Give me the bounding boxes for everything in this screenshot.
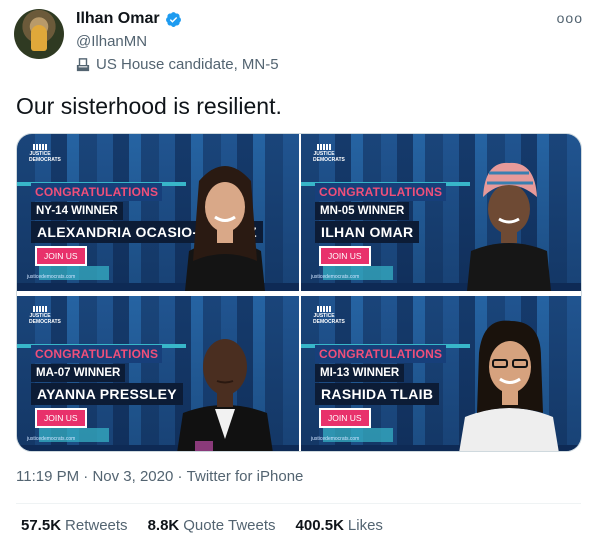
more-options-icon[interactable]: ooo	[557, 10, 583, 26]
site-url: justicedemocrats.com	[27, 436, 76, 442]
meta-separator: ·	[177, 468, 183, 485]
author-name[interactable]: Ilhan Omar	[76, 10, 160, 28]
congrats-text: CONGRATULATIONS	[315, 183, 447, 201]
author-label: US House candidate, MN-5	[76, 56, 279, 73]
media-card[interactable]: JUSTICE DEMOCRATS CONGRATULATIONS NY-14 …	[17, 134, 299, 291]
media-card[interactable]: JUSTICE DEMOCRATS CONGRATULATIONS MI-13 …	[301, 296, 581, 451]
candidate-photo	[177, 339, 273, 451]
candidate-photo	[459, 320, 559, 451]
author-handle[interactable]: @IlhanMN	[76, 33, 147, 50]
winner-text: NY-14 WINNER	[31, 202, 123, 220]
meta-separator: ·	[83, 468, 89, 485]
site-url: justicedemocrats.com	[311, 274, 360, 280]
candidate-photo	[467, 162, 551, 291]
tweet-date[interactable]: Nov 3, 2020	[92, 468, 173, 485]
org-logo: JUSTICE DEMOCRATS	[29, 306, 61, 325]
media-card[interactable]: JUSTICE DEMOCRATS CONGRATULATIONS MN-05 …	[301, 134, 581, 291]
media-grid: JUSTICE DEMOCRATS CONGRATULATIONS NY-14 …	[16, 133, 582, 452]
tweet-time[interactable]: 11:19 PM	[16, 468, 79, 485]
org-logo: JUSTICE DEMOCRATS	[29, 144, 61, 163]
winner-text: MN-05 WINNER	[315, 202, 410, 220]
congrats-text: CONGRATULATIONS	[31, 345, 163, 363]
site-url: justicedemocrats.com	[27, 274, 76, 280]
tweet-source[interactable]: Twitter for iPhone	[187, 468, 304, 485]
winner-text: MA-07 WINNER	[31, 364, 126, 382]
tweet-meta: 11:19 PM · Nov 3, 2020 · Twitter for iPh…	[16, 468, 303, 485]
winner-text: MI-13 WINNER	[315, 364, 405, 382]
congrats-text: CONGRATULATIONS	[315, 345, 447, 363]
avatar-figure	[31, 25, 47, 51]
site-url: justicedemocrats.com	[311, 436, 360, 442]
verified-badge-icon	[165, 11, 181, 27]
candidate-name: RASHIDA TLAIB	[315, 383, 440, 405]
candidate-name: ILHAN OMAR	[315, 221, 420, 243]
join-us-button: JOIN US	[319, 246, 371, 266]
org-logo: JUSTICE DEMOCRATS	[313, 144, 345, 163]
congrats-text: CONGRATULATIONS	[31, 183, 163, 201]
avatar[interactable]	[14, 9, 64, 59]
likes-stat[interactable]: 400.5K Likes	[296, 517, 383, 534]
engagement-stats: 57.5K Retweets 8.8K Quote Tweets 400.5K Lik…	[21, 517, 383, 534]
tweet-text: Our sisterhood is resilient.	[16, 93, 282, 119]
retweets-stat[interactable]: 57.5K Retweets	[21, 517, 128, 534]
author-name-row: Ilhan Omar	[76, 10, 182, 28]
author-label-text: US House candidate, MN-5	[96, 56, 279, 73]
divider	[16, 503, 581, 504]
candidate-photo	[185, 166, 265, 291]
join-us-button: JOIN US	[35, 246, 87, 266]
join-us-button: JOIN US	[35, 408, 87, 428]
candidate-name: AYANNA PRESSLEY	[31, 383, 183, 405]
ballot-box-icon	[76, 57, 90, 71]
quote-tweets-stat[interactable]: 8.8K Quote Tweets	[148, 517, 276, 534]
org-logo: JUSTICE DEMOCRATS	[313, 306, 345, 325]
media-card[interactable]: JUSTICE DEMOCRATS CONGRATULATIONS MA-07 …	[17, 296, 299, 451]
join-us-button: JOIN US	[319, 408, 371, 428]
